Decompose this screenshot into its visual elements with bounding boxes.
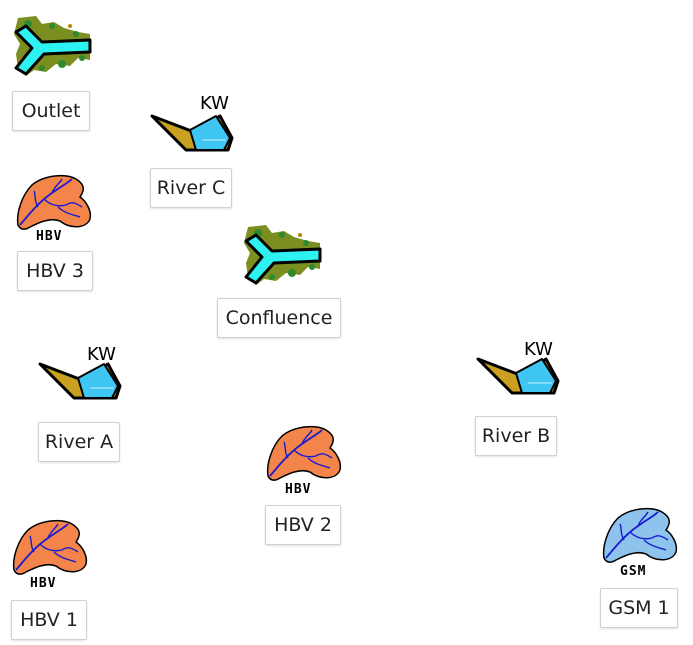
node-hbv-1[interactable]: HBV HBV 1 — [0, 510, 100, 645]
node-label: River C — [150, 168, 232, 208]
node-label: Confluence — [217, 298, 341, 338]
node-river-c[interactable]: KW River C — [140, 90, 250, 210]
kw-tag: KW — [524, 339, 553, 360]
node-label: HBV 2 — [265, 505, 341, 545]
node-label: Outlet — [12, 91, 90, 131]
glacier-catchment-icon — [602, 507, 678, 563]
kw-tag: KW — [200, 93, 229, 114]
node-hbv-2[interactable]: HBV HBV 2 — [258, 418, 358, 548]
river-junction-icon — [14, 16, 92, 76]
node-label: HBV 1 — [11, 600, 87, 640]
river-junction-icon — [244, 225, 322, 285]
model-tag: HBV — [30, 576, 57, 591]
node-outlet[interactable]: Outlet — [0, 0, 100, 131]
node-river-b[interactable]: KW River B — [466, 335, 576, 460]
node-confluence[interactable]: Confluence — [210, 215, 350, 345]
kw-tag: KW — [87, 344, 116, 365]
catchment-icon — [16, 174, 92, 230]
node-label: GSM 1 — [600, 588, 678, 628]
river-channel-icon — [150, 114, 234, 152]
node-label: River A — [38, 422, 120, 462]
model-tag: GSM — [620, 564, 647, 579]
node-river-a[interactable]: KW River A — [28, 340, 138, 465]
node-label: River B — [475, 416, 557, 456]
node-label: HBV 3 — [17, 251, 93, 291]
catchment-icon — [12, 519, 88, 575]
model-tag: HBV — [285, 482, 312, 497]
node-gsm-1[interactable]: GSM GSM 1 — [590, 500, 690, 635]
catchment-icon — [266, 425, 342, 481]
node-hbv-3[interactable]: HBV HBV 3 — [0, 165, 110, 295]
model-tag: HBV — [36, 229, 63, 244]
